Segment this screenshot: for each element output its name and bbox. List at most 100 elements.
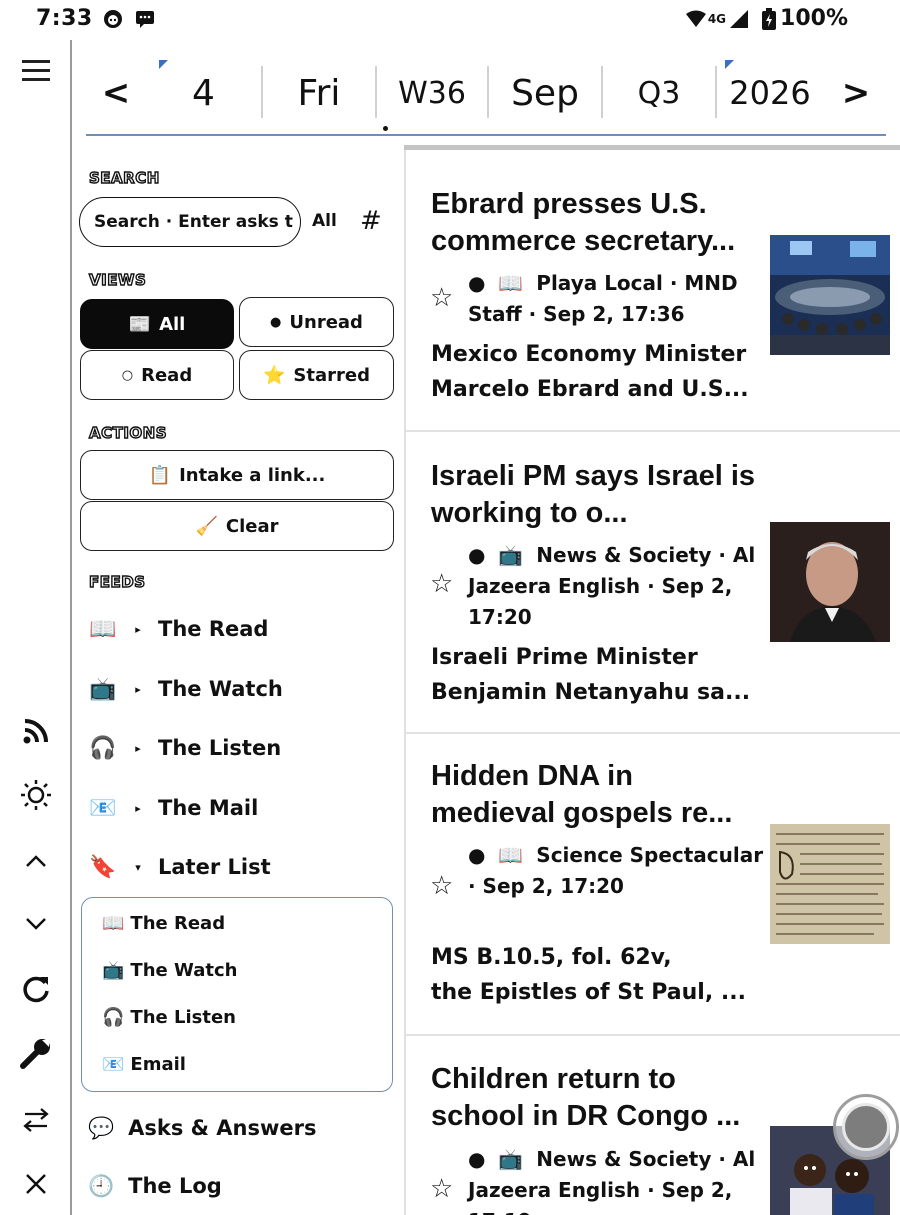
rss-icon[interactable] bbox=[18, 713, 54, 749]
unread-dot-icon: ● bbox=[468, 843, 486, 867]
date-week[interactable]: W36 bbox=[377, 62, 487, 124]
tv-icon: 📺 bbox=[102, 959, 125, 981]
clear-button[interactable]: 🧹 Clear bbox=[80, 501, 394, 551]
week-indicator-dot bbox=[383, 126, 388, 131]
view-all-button[interactable]: 📰 All bbox=[80, 299, 234, 349]
status-right: 4G 100% bbox=[685, 6, 848, 31]
expand-icon[interactable]: ▸ bbox=[118, 623, 158, 636]
intake-link-button[interactable]: 📋 Intake a link... bbox=[80, 450, 394, 500]
fab-core-icon bbox=[842, 1103, 890, 1151]
sidebar: SEARCH Search · Enter asks t All # VIEWS… bbox=[72, 140, 404, 1215]
tv-icon: 📺 bbox=[498, 543, 524, 567]
feed-the-listen[interactable]: 🎧 ▸ The Listen bbox=[88, 728, 281, 768]
article-summary: Israeli Prime Minister Benjamin Netanyah… bbox=[431, 645, 751, 705]
article-card[interactable]: Children return to school in DR Congo ..… bbox=[406, 1036, 900, 1215]
message-notification-icon bbox=[136, 11, 154, 28]
chevron-up-icon[interactable] bbox=[18, 843, 54, 879]
later-item-the-read[interactable]: 📖 The Read bbox=[102, 908, 225, 938]
floating-action-button[interactable] bbox=[833, 1094, 899, 1160]
wifi-icon bbox=[685, 10, 706, 27]
expand-icon[interactable]: ▸ bbox=[118, 742, 158, 755]
article-thumbnail bbox=[770, 235, 890, 355]
feed-the-read[interactable]: 📖 ▸ The Read bbox=[88, 609, 268, 649]
article-title[interactable]: Children return to school in DR Congo ..… bbox=[431, 1061, 761, 1135]
hollow-dot-icon: ○ bbox=[121, 367, 134, 383]
bookmark-icon: 🔖 bbox=[89, 854, 117, 880]
asks-answers-item[interactable]: 💬 Asks & Answers bbox=[88, 1108, 317, 1148]
book-icon: 📖 bbox=[102, 912, 125, 934]
star-icon[interactable]: ☆ bbox=[430, 283, 453, 313]
view-read-button[interactable]: ○ Read bbox=[80, 350, 234, 400]
search-tag-button[interactable]: # bbox=[360, 206, 382, 236]
menu-icon[interactable] bbox=[18, 52, 54, 88]
view-starred-button[interactable]: ⭐ Starred bbox=[239, 350, 394, 400]
search-all-button[interactable]: All bbox=[312, 211, 337, 231]
article-title[interactable]: Hidden DNA in medieval gospels re... bbox=[431, 758, 761, 832]
later-item-label: The Listen bbox=[130, 1006, 236, 1028]
article-title[interactable]: Ebrard presses U.S. commerce secretary..… bbox=[431, 186, 761, 260]
star-icon[interactable]: ☆ bbox=[430, 569, 453, 599]
article-card[interactable]: Ebrard presses U.S. commerce secretary..… bbox=[406, 150, 900, 432]
date-quarter[interactable]: Q3 bbox=[603, 62, 715, 124]
later-item-label: The Watch bbox=[130, 959, 238, 981]
search-input[interactable]: Search · Enter asks t bbox=[79, 197, 301, 247]
article-card[interactable]: Israeli PM says Israel is working to o..… bbox=[406, 432, 900, 734]
feed-later-list[interactable]: 🔖 ▾ Later List bbox=[88, 847, 271, 887]
status-bar: 7:33 4G 100% bbox=[0, 0, 900, 40]
date-month[interactable]: Sep bbox=[489, 62, 601, 124]
refresh-icon[interactable] bbox=[18, 971, 54, 1007]
unread-dot-icon: ● bbox=[468, 271, 486, 295]
date-weekday[interactable]: Fri bbox=[263, 62, 375, 124]
article-meta: ● 📺 News & Society · Al Jazeera English … bbox=[468, 1144, 768, 1215]
feed-the-watch[interactable]: 📺 ▸ The Watch bbox=[88, 669, 283, 709]
unread-dot-icon: ● bbox=[468, 1147, 486, 1171]
date-day[interactable]: 4 bbox=[146, 62, 261, 124]
later-item-the-watch[interactable]: 📺 The Watch bbox=[102, 955, 237, 985]
chevron-down-icon[interactable] bbox=[18, 906, 54, 942]
feed-label: Later List bbox=[158, 855, 271, 879]
star-icon[interactable]: ☆ bbox=[430, 1174, 453, 1204]
date-year[interactable]: 2026 bbox=[717, 62, 823, 124]
view-label: All bbox=[159, 313, 186, 335]
later-item-email[interactable]: 📧 Email bbox=[102, 1049, 186, 1079]
left-rail bbox=[0, 40, 72, 1215]
clipboard-icon: 📋 bbox=[148, 464, 172, 486]
signal-icon bbox=[730, 9, 749, 28]
expand-icon[interactable]: ▸ bbox=[118, 683, 158, 696]
feed-the-mail[interactable]: 📧 ▸ The Mail bbox=[88, 788, 258, 828]
action-label: Intake a link... bbox=[179, 464, 326, 486]
tv-icon: 📺 bbox=[89, 676, 117, 702]
collapse-icon[interactable]: ▾ bbox=[118, 861, 158, 874]
article-meta: ● 📺 News & Society · Al Jazeera English … bbox=[468, 540, 768, 633]
article-title[interactable]: Israeli PM says Israel is working to o..… bbox=[431, 458, 761, 532]
action-label: Clear bbox=[225, 515, 279, 537]
prev-date-button[interactable]: < bbox=[96, 62, 136, 124]
later-item-the-listen[interactable]: 🎧 The Listen bbox=[102, 1002, 236, 1032]
article-card[interactable]: Hidden DNA in medieval gospels re... ☆ ●… bbox=[406, 734, 900, 1036]
views-heading: VIEWS bbox=[88, 270, 147, 289]
article-thumbnail bbox=[770, 824, 890, 944]
feed-label: The Watch bbox=[158, 677, 283, 701]
article-thumbnail bbox=[770, 522, 890, 642]
search-heading: SEARCH bbox=[88, 168, 160, 187]
item-label: Asks & Answers bbox=[128, 1116, 317, 1140]
the-log-item[interactable]: 🕘 The Log bbox=[88, 1166, 222, 1206]
article-meta: ● 📖 Playa Local · MND Staff · Sep 2, 17:… bbox=[468, 268, 768, 330]
wrench-icon[interactable] bbox=[18, 1035, 54, 1071]
star-icon[interactable]: ☆ bbox=[430, 871, 453, 901]
view-unread-button[interactable]: ● Unread bbox=[239, 297, 394, 347]
date-navigator: < 4 Fri W36 Sep Q3 2026 > bbox=[86, 56, 886, 136]
expand-icon[interactable]: ▸ bbox=[118, 802, 158, 815]
next-date-button[interactable]: > bbox=[836, 62, 876, 124]
brightness-icon[interactable] bbox=[18, 777, 54, 813]
view-label: Starred bbox=[293, 364, 370, 386]
feed-label: The Read bbox=[158, 617, 269, 641]
close-icon[interactable] bbox=[18, 1166, 54, 1202]
speech-bubble-icon: 💬 bbox=[88, 1115, 115, 1140]
item-label: The Log bbox=[128, 1174, 222, 1198]
article-summary: Mexico Economy Minister Marcelo Ebrard a… bbox=[431, 342, 749, 402]
star-icon: ⭐ bbox=[263, 364, 286, 386]
battery-level: 100% bbox=[780, 6, 848, 31]
book-icon: 📖 bbox=[498, 271, 524, 295]
swap-icon[interactable] bbox=[18, 1102, 54, 1138]
